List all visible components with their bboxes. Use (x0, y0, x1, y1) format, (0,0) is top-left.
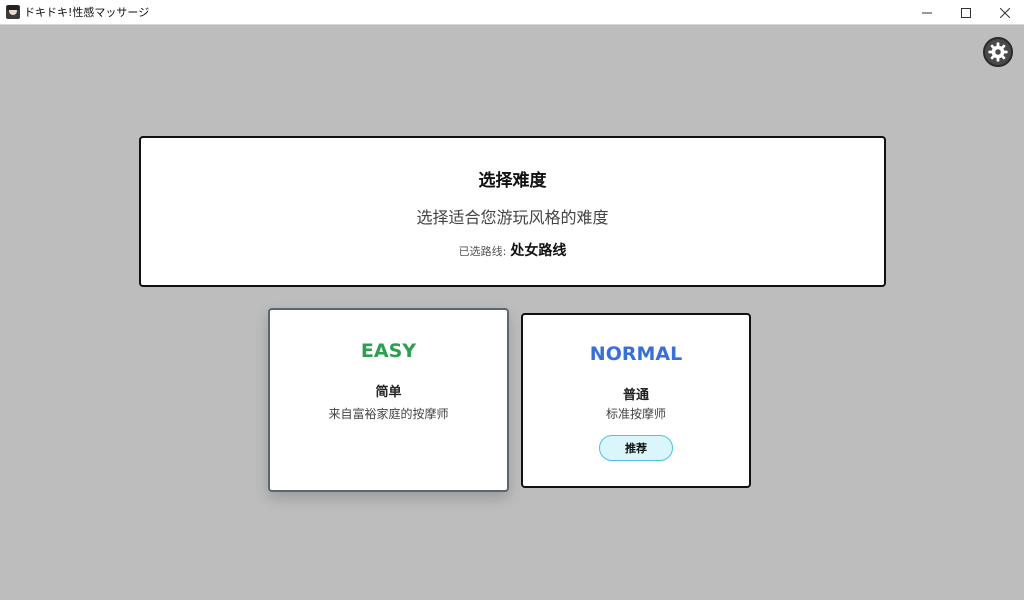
window-title: ドキドキ!性感マッサージ (24, 6, 150, 19)
title-bar: ドキドキ!性感マッサージ (0, 0, 1024, 25)
window-controls (907, 0, 1024, 25)
recommended-badge: 推荐 (599, 435, 673, 461)
normal-name: 普通 (622, 388, 649, 403)
page-title: 选择难度 (478, 171, 547, 191)
settings-button[interactable] (983, 37, 1013, 67)
normal-difficulty-card[interactable]: NORMAL 普通 标准按摩师 推荐 (521, 313, 751, 488)
easy-difficulty-card[interactable]: EASY 简单 来自富裕家庭的按摩师 (268, 308, 509, 492)
minimize-icon (921, 12, 932, 13)
app-icon (6, 5, 20, 19)
gear-icon (988, 42, 1008, 62)
page-subtitle: 选择适合您游玩风格的难度 (416, 208, 609, 227)
close-button[interactable] (985, 0, 1024, 25)
selected-route-value: 处女路线 (510, 243, 567, 259)
minimize-button[interactable] (907, 0, 946, 25)
difficulty-header-card: 选择难度 选择适合您游玩风格的难度 已选路线: 处女路线 (139, 136, 886, 287)
selected-route: 已选路线: 处女路线 (141, 240, 884, 260)
main-content: 选择难度 选择适合您游玩风格的难度 已选路线: 处女路线 EASY 简单 来自富… (0, 25, 1024, 600)
normal-level-label: NORMAL (589, 343, 683, 365)
selected-route-label: 已选路线: (458, 245, 507, 258)
close-icon (999, 7, 1010, 18)
easy-name: 简单 (375, 385, 402, 400)
normal-description: 标准按摩师 (605, 407, 666, 421)
maximize-button[interactable] (946, 0, 985, 25)
easy-description: 来自富裕家庭的按摩师 (328, 407, 449, 421)
easy-level-label: EASY (360, 340, 417, 362)
maximize-icon (960, 7, 971, 18)
